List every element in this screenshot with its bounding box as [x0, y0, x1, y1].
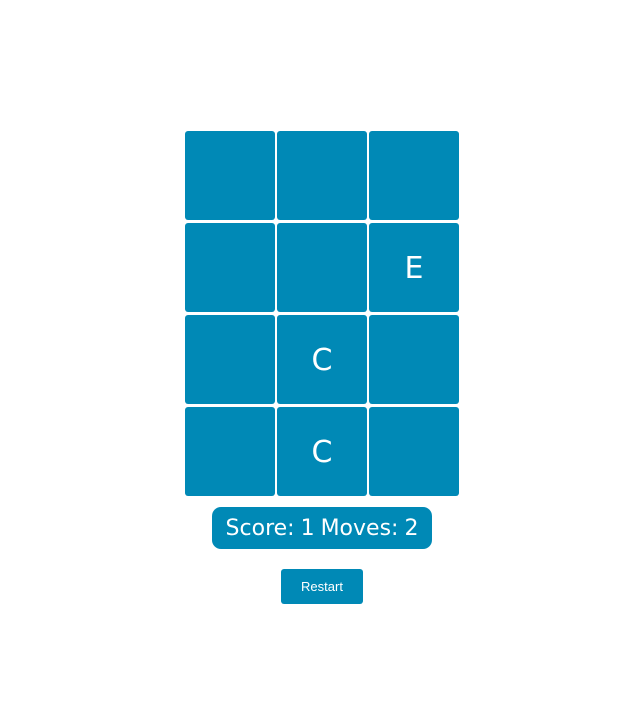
score-moves-panel: Score: 1 Moves: 2 [212, 507, 432, 549]
board-cell-r1-c3[interactable] [369, 131, 459, 220]
score-value: 1 [300, 515, 315, 541]
board-cell-r2-c1[interactable] [185, 223, 275, 312]
cell-letter: E [404, 250, 424, 286]
board-cell-r4-c3[interactable] [369, 407, 459, 496]
board-cell-r4-c1[interactable] [185, 407, 275, 496]
restart-button[interactable]: Restart [281, 569, 363, 604]
cell-letter: C [311, 434, 333, 470]
board-cell-r2-c2[interactable] [277, 223, 367, 312]
board-cell-r1-c2[interactable] [277, 131, 367, 220]
board-cell-r4-c2[interactable]: C [277, 407, 367, 496]
board-cell-r2-c3[interactable]: E [369, 223, 459, 312]
game-board: E C C [185, 131, 459, 496]
moves-value: 2 [404, 515, 419, 541]
board-cell-r3-c3[interactable] [369, 315, 459, 404]
cell-letter: C [311, 342, 333, 378]
board-cell-r1-c1[interactable] [185, 131, 275, 220]
score-label: Score: [225, 515, 295, 541]
board-cell-r3-c1[interactable] [185, 315, 275, 404]
moves-label: Moves: [320, 515, 399, 541]
board-cell-r3-c2[interactable]: C [277, 315, 367, 404]
